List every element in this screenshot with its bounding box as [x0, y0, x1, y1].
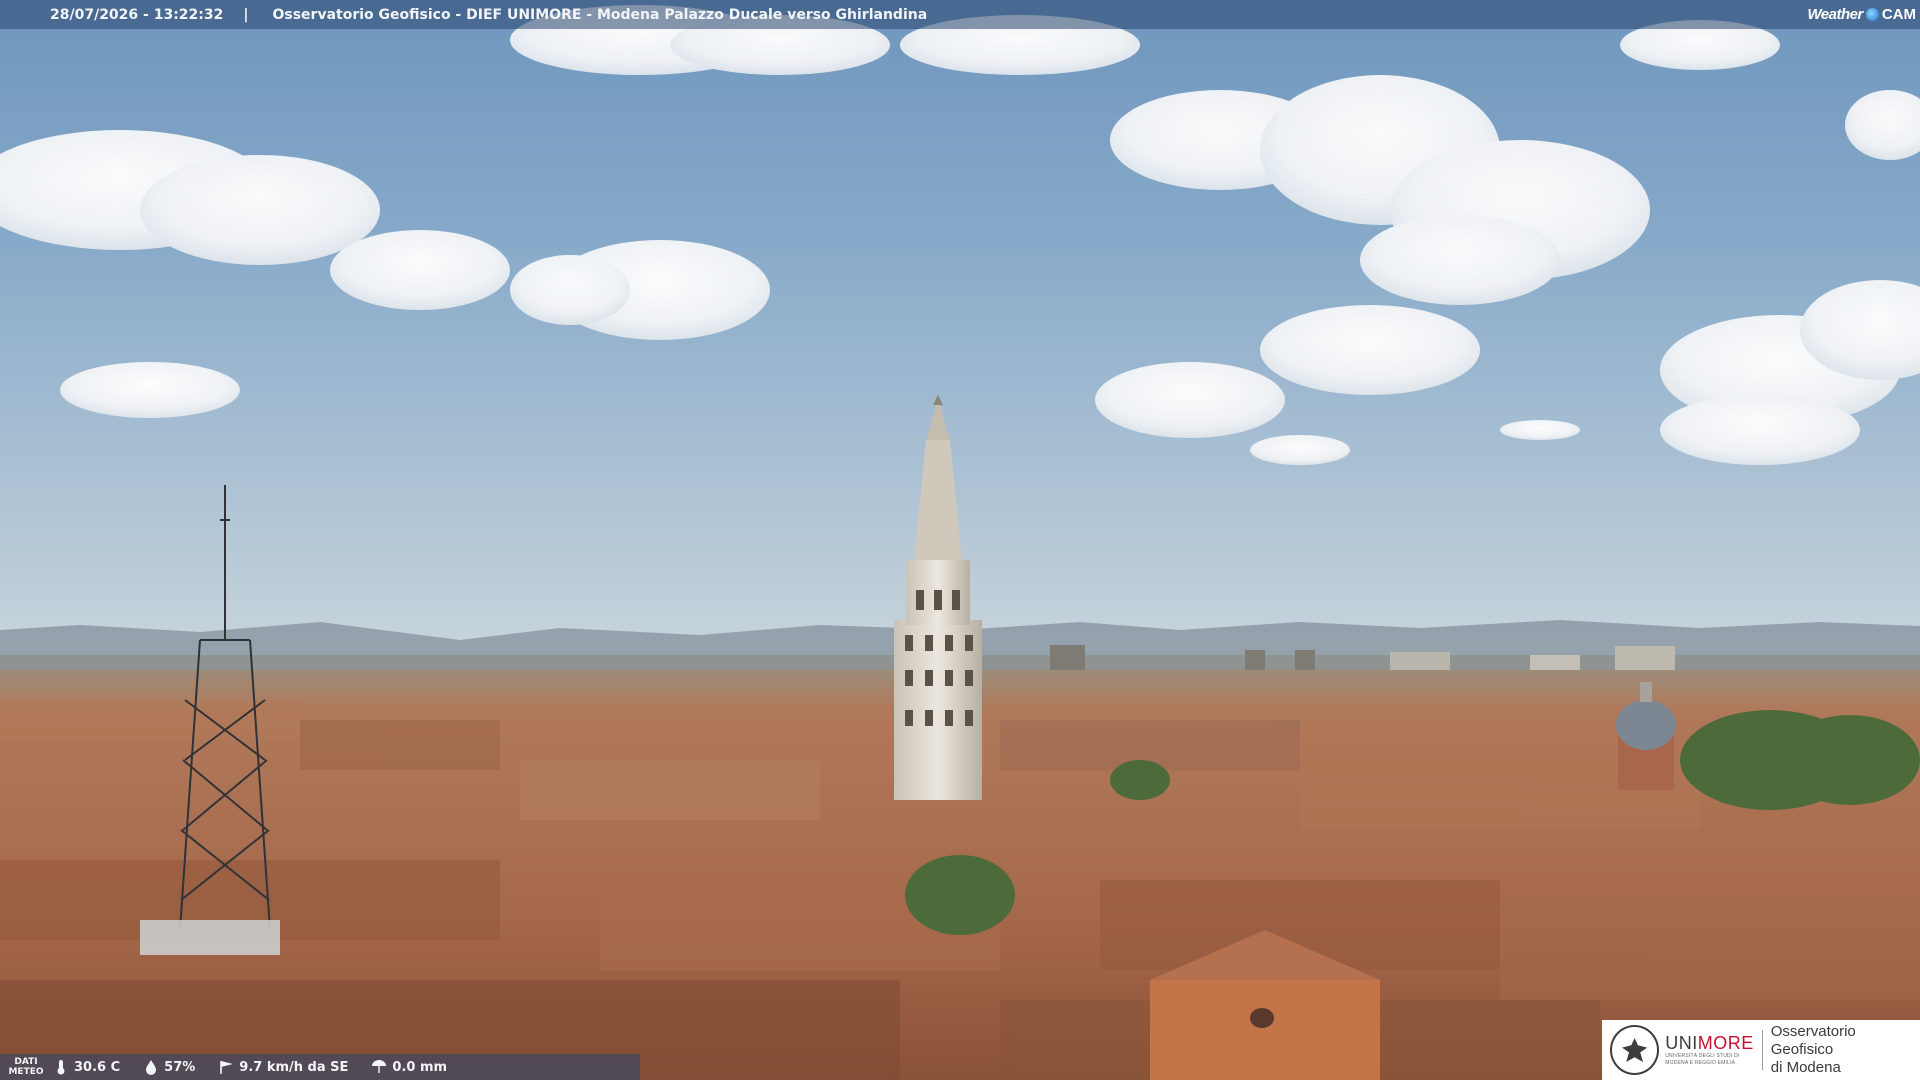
globe-icon — [1865, 7, 1879, 21]
header-separator: | — [243, 6, 249, 23]
webcam-header-bar: 28/07/2026 - 13:22:32 | Osservatorio Geo… — [0, 0, 1920, 29]
unimore-prefix: UNI — [1665, 1033, 1698, 1053]
observatory-line1: Osservatorio Geofisico — [1770, 1023, 1856, 1058]
temperature-value: 30.6 C — [74, 1059, 121, 1075]
clouds — [0, 5, 1920, 465]
webcam-frame: 28/07/2026 - 13:22:32 | Osservatorio Geo… — [0, 0, 1920, 1080]
university-seal-icon — [1610, 1025, 1660, 1075]
unimore-wordmark: UNIMORE UNIVERSITÀ DEGLI STUDI DI MODENA… — [1665, 1034, 1754, 1066]
unimore-subtitle-1: UNIVERSITÀ DEGLI STUDI DI — [1665, 1053, 1740, 1059]
weathercam-logo: Weather CAM — [1807, 2, 1916, 26]
timestamp: 28/07/2026 - 13:22:32 — [50, 6, 224, 23]
observatory-name: Osservatorio Geofisico di Modena — [1771, 1023, 1920, 1077]
humidity-reading: 57% — [142, 1059, 195, 1075]
ghirlandina-tower — [894, 395, 982, 800]
brand-weather-text: Weather — [1807, 5, 1863, 23]
wind-value: 9.7 km/h da SE — [239, 1059, 349, 1075]
weather-data-bar: DATI METEO 30.6 C 57% 9.7 km/h da SE 0.0… — [0, 1054, 640, 1080]
wind-icon — [220, 1061, 234, 1074]
meteo-label-line2: METEO — [8, 1067, 44, 1077]
unimore-subtitle-2: MODENA E REGGIO EMILIA — [1665, 1060, 1736, 1066]
temperature-reading: 30.6 C — [52, 1059, 120, 1075]
wind-reading: 9.7 km/h da SE — [217, 1059, 348, 1075]
humidity-icon — [146, 1060, 157, 1075]
unimore-observatory-logo: UNIMORE UNIVERSITÀ DEGLI STUDI DI MODENA… — [1602, 1020, 1920, 1080]
humidity-value: 57% — [164, 1059, 196, 1075]
logo-divider — [1761, 1030, 1763, 1070]
observatory-line2: di Modena — [1770, 1059, 1841, 1076]
webcam-scene — [0, 5, 1920, 1080]
unimore-suffix: MORE — [1697, 1033, 1754, 1053]
meteo-label: DATI METEO — [0, 1057, 52, 1077]
rain-value: 0.0 mm — [392, 1059, 448, 1075]
rain-icon — [372, 1060, 387, 1073]
antenna-base — [140, 920, 280, 955]
thermometer-icon — [57, 1060, 65, 1075]
meteo-label-line1: DATI — [14, 1057, 38, 1067]
rain-reading: 0.0 mm — [370, 1059, 447, 1075]
brand-cam-text: CAM — [1881, 5, 1916, 23]
camera-title: Osservatorio Geofisico - DIEF UNIMORE - … — [272, 6, 928, 23]
